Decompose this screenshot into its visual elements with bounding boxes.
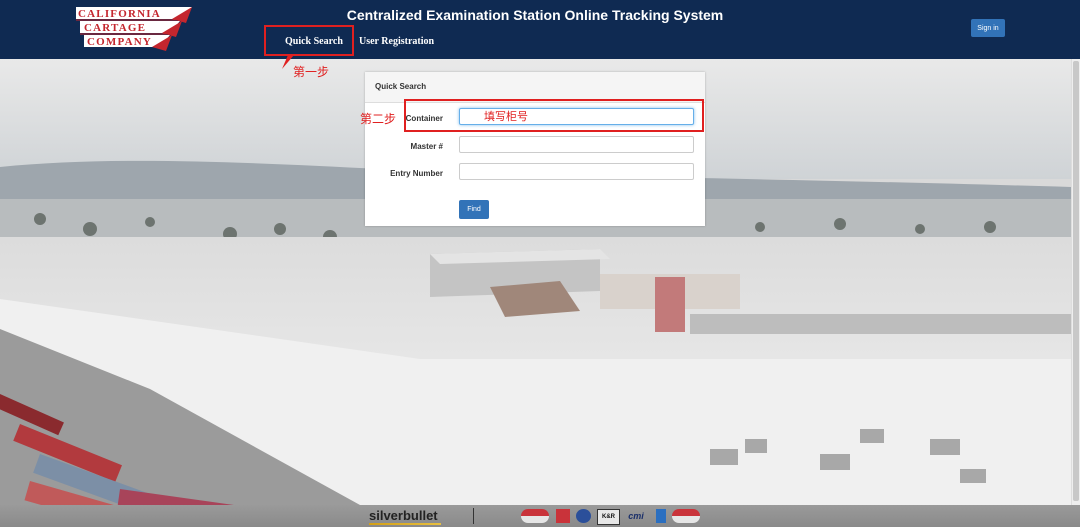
sign-in-button[interactable]: Sign in xyxy=(971,19,1005,37)
partner-logo-1[interactable] xyxy=(521,509,549,523)
logo-line-1: CALIFORNIA xyxy=(78,8,161,20)
step1-annotation: 第一步 xyxy=(293,65,330,79)
partner-logo-kr[interactable]: K&R xyxy=(597,509,620,525)
partner-logo-3[interactable] xyxy=(576,509,591,523)
silverbullet-logo[interactable]: silverbullet xyxy=(369,508,438,523)
logo-line-2: CARTAGE xyxy=(84,22,147,34)
california-cartage-logo[interactable]: CALIFORNIA CARTAGE COMPANY xyxy=(76,5,192,53)
find-button[interactable]: Find xyxy=(459,200,489,219)
step1-highlight-box xyxy=(264,25,354,56)
partner-logo-6[interactable] xyxy=(656,509,666,523)
footer-bar: silverbullet K&R cmi xyxy=(0,505,1080,527)
master-input[interactable] xyxy=(459,136,694,153)
quick-search-panel: Quick Search Container Master # Entry Nu… xyxy=(365,72,705,226)
top-nav-bar: CALIFORNIA CARTAGE COMPANY Centralized E… xyxy=(0,0,1080,60)
logo-line-3: COMPANY xyxy=(87,36,153,48)
entry-number-input[interactable] xyxy=(459,163,694,180)
entry-number-label: Entry Number xyxy=(390,169,443,178)
partner-logo-cmi[interactable]: cmi xyxy=(624,509,648,523)
app-title: Centralized Examination Station Online T… xyxy=(346,7,724,23)
master-label: Master # xyxy=(410,142,443,151)
nav-user-registration[interactable]: User Registration xyxy=(359,36,434,47)
step2-annotation: 第二步 xyxy=(360,112,397,126)
partner-logo-7[interactable] xyxy=(672,509,700,523)
partner-logo-2[interactable] xyxy=(556,509,570,523)
footer-divider xyxy=(473,508,474,524)
vertical-scrollbar[interactable] xyxy=(1071,59,1080,505)
scrollbar-thumb[interactable] xyxy=(1073,61,1079,501)
brand-underline xyxy=(369,523,441,525)
step2-highlight-box xyxy=(404,99,704,132)
